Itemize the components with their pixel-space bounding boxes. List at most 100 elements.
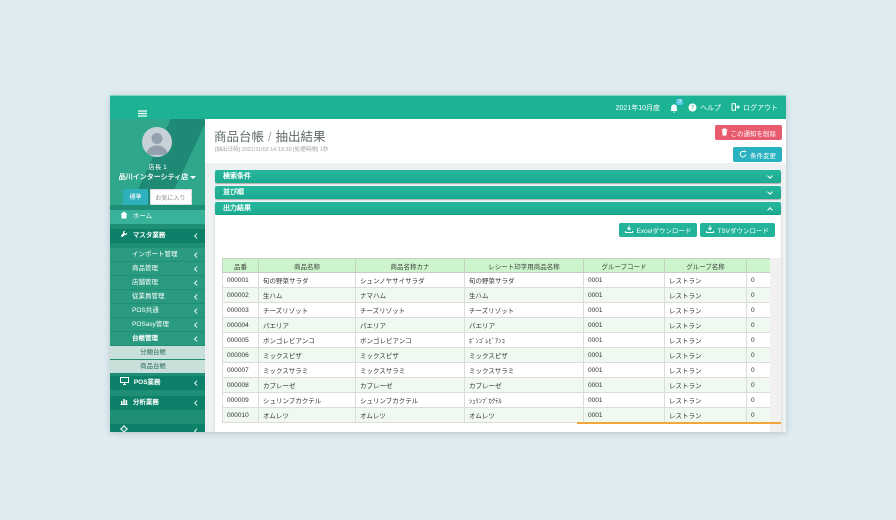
help-icon: ? bbox=[688, 103, 697, 114]
sidebar-item-analysis[interactable]: 分析業務 bbox=[110, 396, 205, 410]
cell-clipped: 0 bbox=[747, 333, 771, 348]
vertical-scrollbar[interactable] bbox=[770, 258, 781, 432]
chevron-left-icon bbox=[194, 428, 199, 432]
cell-item-no: 000009 bbox=[223, 393, 259, 408]
cell-item-no: 000001 bbox=[223, 273, 259, 288]
fiscal-period-label: 2021年10月度 bbox=[616, 103, 660, 113]
cell-receipt-name: ミックスピザ bbox=[465, 348, 584, 363]
chevron-left-icon bbox=[194, 336, 199, 341]
standard-button[interactable]: 標準 bbox=[123, 189, 147, 205]
cell-group-name: レストラン bbox=[665, 288, 747, 303]
notification-badge: 3 bbox=[676, 99, 683, 105]
table-row[interactable]: 000007ミックスサラミミックスサラミミックスサラミ0001レストラン0 bbox=[223, 363, 771, 378]
sidebar-item-pos-ops[interactable]: POS業務 bbox=[110, 376, 205, 390]
col-header-product-name: 商品名称 bbox=[259, 259, 356, 273]
cell-item-no: 000007 bbox=[223, 363, 259, 378]
extraction-meta: [抽出日時] 2021/11/02 14:19:30 [処理時間] 1秒 bbox=[215, 145, 328, 153]
cell-group-code: 0001 bbox=[584, 288, 665, 303]
sidebar-item-class-ledger[interactable]: 分類台帳 bbox=[110, 346, 205, 359]
sidebar-item-label: POSasy管理 bbox=[132, 321, 169, 328]
breadcrumb-separator: / bbox=[264, 130, 275, 144]
cell-receipt-name: ミックスサラミ bbox=[465, 363, 584, 378]
table-row[interactable]: 000001旬の野菜サラダシュンノヤサイサラダ旬の野菜サラダ0001レストラン0 bbox=[223, 273, 771, 288]
table-row[interactable]: 000010オムレツオムレツオムレツ0001レストラン0 bbox=[223, 408, 771, 423]
output-results-panel: Excelダウンロード TSVダウンロード 品番 商品名 bbox=[215, 215, 781, 432]
cell-clipped: 0 bbox=[747, 393, 771, 408]
change-condition-button[interactable]: 条件変更 bbox=[733, 147, 782, 162]
table-header-row: 品番 商品名称 商品名称カナ レシート印字用商品名称 グループコード グループ名… bbox=[223, 259, 771, 273]
chevron-up-icon bbox=[767, 207, 773, 213]
accordion-output-results[interactable]: 出力結果 bbox=[215, 202, 781, 215]
table-row[interactable]: 000009シュリンプカクテルシュリンプカクテルｼｭﾘﾝﾌﾟｶｸﾃﾙ0001レス… bbox=[223, 393, 771, 408]
table-row[interactable]: 000006ミックスピザミックスピザミックスピザ0001レストラン0 bbox=[223, 348, 771, 363]
cell-receipt-name: 生ハム bbox=[465, 288, 584, 303]
sidebar-item-ledger-mgmt[interactable]: 台帳管理 bbox=[110, 332, 205, 345]
cell-clipped: 0 bbox=[747, 288, 771, 303]
table-row[interactable]: 000003チーズリゾットチーズリゾットチーズリゾット0001レストラン0 bbox=[223, 303, 771, 318]
notifications-bell[interactable]: 3 bbox=[670, 104, 678, 115]
chevron-left-icon bbox=[194, 266, 199, 271]
sidebar-item-home[interactable]: ホーム bbox=[110, 210, 205, 224]
table-row[interactable]: 000004パエリアパエリアパエリア0001レストラン0 bbox=[223, 318, 771, 333]
cell-product-kana: ミックスピザ bbox=[356, 348, 465, 363]
accordion-label: 出力結果 bbox=[223, 205, 251, 212]
cell-clipped: 0 bbox=[747, 408, 771, 423]
cell-receipt-name: カプレーゼ bbox=[465, 378, 584, 393]
cell-product-kana: ボンゴレビアンコ bbox=[356, 333, 465, 348]
chevron-left-icon bbox=[194, 252, 199, 257]
store-selector[interactable]: 品川インターシティ店 bbox=[110, 172, 205, 182]
col-header-product-kana: 商品名称カナ bbox=[356, 259, 465, 273]
horizontal-scrollbar-thumb[interactable] bbox=[577, 422, 781, 424]
hamburger-menu-icon[interactable] bbox=[138, 104, 147, 122]
sidebar-item-store-mgmt[interactable]: 店舗管理 bbox=[110, 276, 205, 289]
help-button[interactable]: ? ヘルプ bbox=[688, 103, 721, 114]
chevron-left-icon bbox=[194, 322, 199, 327]
cell-product-name: ボンゴレビアンコ bbox=[259, 333, 356, 348]
results-table: 品番 商品名称 商品名称カナ レシート印字用商品名称 グループコード グループ名… bbox=[222, 258, 770, 423]
accordion-search-conditions[interactable]: 検索条件 bbox=[215, 170, 781, 183]
sidebar-item-pos-common[interactable]: POS共通 bbox=[110, 304, 205, 317]
sidebar-item-master[interactable]: マスタ業務 bbox=[110, 229, 205, 243]
sidebar-item-product-ledger[interactable]: 商品台帳 bbox=[110, 360, 205, 373]
tsv-download-button[interactable]: TSVダウンロード bbox=[700, 223, 775, 237]
chevron-left-icon bbox=[194, 294, 199, 299]
favorite-button[interactable]: お気に入り bbox=[150, 189, 192, 205]
cell-item-no: 000005 bbox=[223, 333, 259, 348]
excel-download-button[interactable]: Excelダウンロード bbox=[619, 223, 697, 237]
cell-product-name: シュリンプカクテル bbox=[259, 393, 356, 408]
sidebar-item-label: 店舗管理 bbox=[132, 279, 158, 286]
change-condition-label: 条件変更 bbox=[750, 150, 776, 160]
cell-product-kana: チーズリゾット bbox=[356, 303, 465, 318]
bar-chart-icon bbox=[120, 397, 128, 411]
sidebar-item-label: 分析業務 bbox=[133, 399, 159, 406]
logout-label: ログアウト bbox=[743, 103, 778, 113]
sidebar-item-import[interactable]: インポート管理 bbox=[110, 248, 205, 261]
accordion-sort-order[interactable]: 並び順 bbox=[215, 186, 781, 199]
cell-item-no: 000003 bbox=[223, 303, 259, 318]
sidebar-item-posasy[interactable]: POSasy管理 bbox=[110, 318, 205, 331]
cell-clipped: 0 bbox=[747, 303, 771, 318]
cell-item-no: 000002 bbox=[223, 288, 259, 303]
table-row[interactable]: 000005ボンゴレビアンコボンゴレビアンコﾎﾞﾝｺﾞﾚﾋﾞｱﾝｺ0001レスト… bbox=[223, 333, 771, 348]
table-row[interactable]: 000002生ハムナマハム生ハム0001レストラン0 bbox=[223, 288, 771, 303]
table-row[interactable]: 000008カプレーゼカプレーゼカプレーゼ0001レストラン0 bbox=[223, 378, 771, 393]
logout-button[interactable]: ログアウト bbox=[731, 103, 778, 113]
cell-clipped: 0 bbox=[747, 273, 771, 288]
cell-group-code: 0001 bbox=[584, 393, 665, 408]
cell-group-code: 0001 bbox=[584, 318, 665, 333]
cell-group-code: 0001 bbox=[584, 348, 665, 363]
sidebar-item-employee-mgmt[interactable]: 従業員管理 bbox=[110, 290, 205, 303]
delete-notice-label: この通知を削除 bbox=[731, 128, 777, 138]
cell-product-kana: ミックスサラミ bbox=[356, 363, 465, 378]
sidebar-item-partial[interactable] bbox=[110, 424, 205, 432]
delete-notice-button[interactable]: この通知を削除 bbox=[715, 125, 783, 140]
caret-down-icon bbox=[190, 176, 196, 179]
cell-product-name: チーズリゾット bbox=[259, 303, 356, 318]
cell-product-kana: パエリア bbox=[356, 318, 465, 333]
cell-product-name: パエリア bbox=[259, 318, 356, 333]
home-icon bbox=[120, 211, 128, 225]
sidebar-menu: ホーム マスタ業務 インポート管理 商品管理 店舗管理 従業員管理 bbox=[110, 210, 205, 432]
user-panel: 店長 1 品川インターシティ店 標準 お気に入り bbox=[110, 119, 205, 205]
sidebar-item-product-mgmt[interactable]: 商品管理 bbox=[110, 262, 205, 275]
col-header-clipped bbox=[747, 259, 771, 273]
